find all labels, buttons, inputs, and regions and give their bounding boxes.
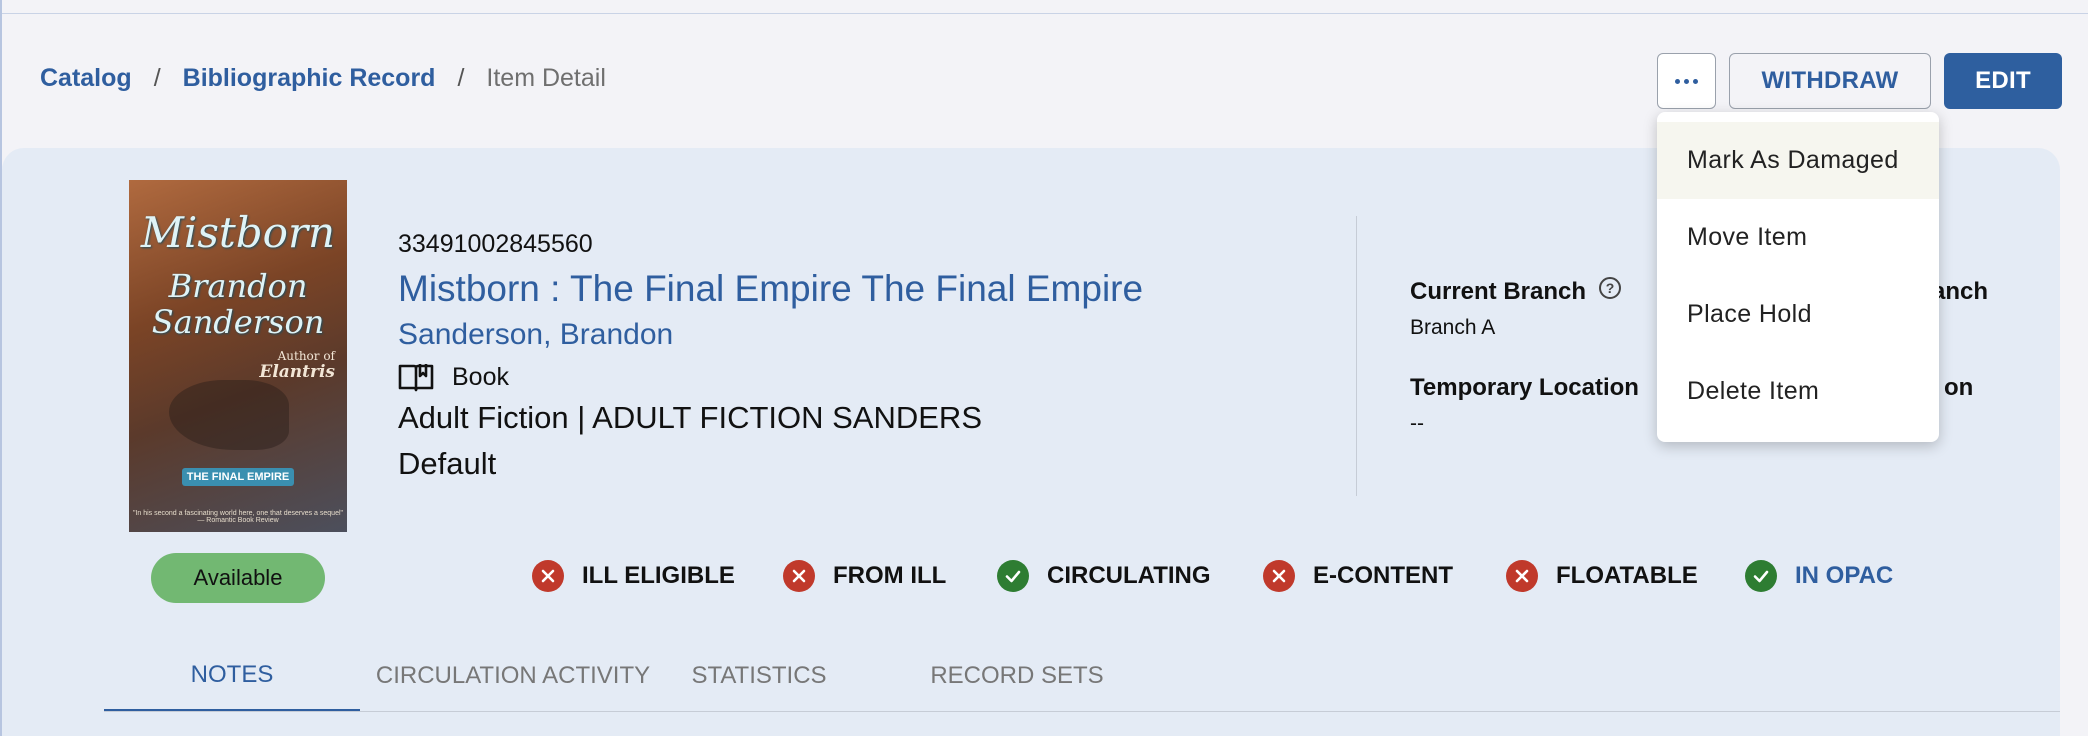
edit-button[interactable]: EDIT xyxy=(1944,53,2062,109)
breadcrumb-separator: / xyxy=(153,64,161,92)
item-author-link[interactable]: Sanderson, Brandon xyxy=(398,318,673,352)
flag-circulating: CIRCULATING xyxy=(997,560,1211,592)
x-circle-icon xyxy=(532,560,564,592)
item-title-link[interactable]: Mistborn : The Final Empire The Final Em… xyxy=(398,268,1143,310)
flag-label: CIRCULATING xyxy=(1047,562,1211,589)
item-collection: Adult Fiction | ADULT FICTION SANDERS xyxy=(398,400,982,435)
tab-bar-underline xyxy=(104,711,2060,712)
menu-item-move-item[interactable]: Move Item xyxy=(1657,199,1939,276)
temporary-location-label: Temporary Location xyxy=(1410,374,1639,401)
menu-item-delete-item[interactable]: Delete Item xyxy=(1657,353,1939,430)
top-border xyxy=(0,0,2088,14)
item-barcode: 33491002845560 xyxy=(398,230,593,258)
breadcrumb-separator: / xyxy=(457,64,465,92)
x-circle-icon xyxy=(783,560,815,592)
status-badge: Available xyxy=(151,553,325,603)
book-open-icon xyxy=(398,364,434,392)
flag-label: FROM ILL xyxy=(833,562,947,589)
tab-record-sets[interactable]: RECORD SETS xyxy=(852,640,1182,712)
x-circle-icon xyxy=(1263,560,1295,592)
cover-author-first: Brandon xyxy=(168,267,308,305)
flag-from-ill: FROM ILL xyxy=(783,560,946,592)
item-default: Default xyxy=(398,446,497,481)
more-actions-button[interactable] xyxy=(1657,53,1716,109)
section-divider xyxy=(1356,216,1357,496)
breadcrumb-catalog-link[interactable]: Catalog xyxy=(40,64,132,93)
menu-item-place-hold[interactable]: Place Hold xyxy=(1657,276,1939,353)
item-format: Book xyxy=(398,362,509,392)
temporary-location-value: -- xyxy=(1410,412,1424,435)
cover-title: Mistborn xyxy=(140,208,336,257)
book-cover-image: Mistborn Brandon Sanderson Author of Ela… xyxy=(129,180,347,532)
x-circle-icon xyxy=(1506,560,1538,592)
cover-note: Author of Elantris xyxy=(259,348,335,381)
tab-circulation-activity[interactable]: CIRCULATION ACTIVITY xyxy=(360,640,666,712)
tab-statistics[interactable]: STATISTICS xyxy=(666,640,852,712)
home-branch-label: anch xyxy=(1932,278,1989,305)
cover-note-book: Elantris xyxy=(259,362,335,382)
more-actions-menu: Mark As Damaged Move Item Place Hold Del… xyxy=(1657,112,1939,442)
cover-badge: THE FINAL EMPIRE xyxy=(182,468,294,486)
flag-label: FLOATABLE xyxy=(1556,562,1698,589)
cover-author-last: Sanderson xyxy=(151,303,325,341)
location-label: on xyxy=(1944,374,1974,401)
current-branch-value: Branch A xyxy=(1410,316,1496,339)
flag-label: IN OPAC xyxy=(1795,562,1894,589)
item-format-label: Book xyxy=(452,362,509,391)
flag-e-content: E-CONTENT xyxy=(1263,560,1453,592)
cover-author: Brandon Sanderson xyxy=(129,268,347,340)
current-branch-label: Current Branch xyxy=(1410,278,1587,305)
flag-in-opac[interactable]: IN OPAC xyxy=(1745,560,1893,592)
breadcrumb-current: Item Detail xyxy=(486,64,606,92)
flag-floatable: FLOATABLE xyxy=(1506,560,1698,592)
flag-ill-eligible: ILL ELIGIBLE xyxy=(532,560,735,592)
menu-item-mark-damaged[interactable]: Mark As Damaged xyxy=(1657,122,1939,199)
breadcrumb-bib-record-link[interactable]: Bibliographic Record xyxy=(183,64,436,93)
help-icon[interactable]: ? xyxy=(1599,277,1621,299)
ellipsis-icon xyxy=(1675,78,1698,84)
cover-quote: "In his second a fascinating world here,… xyxy=(132,510,344,524)
withdraw-button[interactable]: WITHDRAW xyxy=(1729,53,1931,109)
flag-label: E-CONTENT xyxy=(1313,562,1453,589)
breadcrumb: Catalog / Bibliographic Record / Item De… xyxy=(40,64,606,93)
tab-notes[interactable]: NOTES xyxy=(104,640,360,712)
check-circle-icon xyxy=(997,560,1029,592)
check-circle-icon xyxy=(1745,560,1777,592)
tab-bar: NOTES CIRCULATION ACTIVITY STATISTICS RE… xyxy=(104,640,1182,712)
flag-label: ILL ELIGIBLE xyxy=(582,562,735,589)
